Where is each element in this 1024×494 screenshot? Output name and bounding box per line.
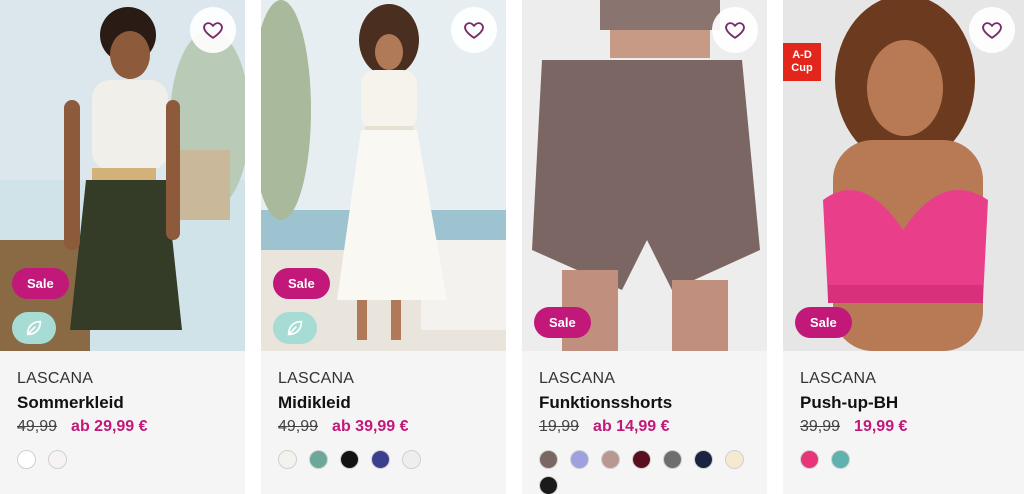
sale-price: ab 39,99 €: [332, 418, 409, 435]
price-row: 39,99 19,99 €: [800, 418, 1024, 440]
sustainability-badge: [12, 312, 56, 344]
old-price: 49,99: [17, 418, 58, 435]
color-swatch[interactable]: [632, 450, 651, 469]
heart-outline-icon: [982, 22, 1002, 39]
product-name[interactable]: Sommerkleid: [17, 393, 245, 413]
color-swatch[interactable]: [694, 450, 713, 469]
favorite-button[interactable]: [451, 7, 497, 53]
product-grid: Sale LASCANA Sommerkleid 49,99 ab 29,99 €: [0, 0, 1024, 494]
price-row: 19,99 ab 14,99 €: [539, 418, 767, 440]
product-card-midikleid[interactable]: Sale LASCANA Midikleid 49,99 ab 39,99 €: [261, 0, 506, 494]
sale-badge: Sale: [534, 307, 591, 338]
color-swatches: [539, 450, 759, 494]
favorite-button[interactable]: [190, 7, 236, 53]
color-swatch[interactable]: [48, 450, 67, 469]
product-info: LASCANA Midikleid 49,99 ab 39,99 €: [261, 351, 506, 469]
recycle-leaf-icon: [287, 320, 303, 336]
color-swatch[interactable]: [309, 450, 328, 469]
sale-badge: Sale: [795, 307, 852, 338]
color-swatch[interactable]: [17, 450, 36, 469]
heart-outline-icon: [203, 22, 223, 39]
recycle-leaf-icon: [26, 320, 42, 336]
sale-price: ab 14,99 €: [593, 418, 670, 435]
favorite-button[interactable]: [969, 7, 1015, 53]
product-brand: LASCANA: [278, 370, 355, 387]
product-name[interactable]: Funktionsshorts: [539, 393, 767, 413]
product-info: LASCANA Push-up-BH 39,99 19,99 €: [783, 351, 1024, 469]
color-swatch[interactable]: [831, 450, 850, 469]
color-swatch[interactable]: [725, 450, 744, 469]
product-image[interactable]: Sale: [522, 0, 767, 351]
product-brand: LASCANA: [17, 370, 94, 387]
product-card-push-up-bh[interactable]: A-D Cup Sale LASCANA Push-up-BH 39,99 19,9…: [783, 0, 1024, 494]
sale-badge: Sale: [12, 268, 69, 299]
color-swatch[interactable]: [570, 450, 589, 469]
product-card-funktionsshorts[interactable]: Sale LASCANA Funktionsshorts 19,99 ab 14,…: [522, 0, 767, 494]
product-image[interactable]: A-D Cup Sale: [783, 0, 1024, 351]
heart-outline-icon: [725, 22, 745, 39]
color-swatches: [800, 450, 1020, 469]
price-row: 49,99 ab 29,99 €: [17, 418, 245, 440]
color-swatch[interactable]: [539, 450, 558, 469]
sustainability-badge: [273, 312, 317, 344]
sale-price: 19,99 €: [854, 418, 908, 435]
color-swatch[interactable]: [278, 450, 297, 469]
color-swatch[interactable]: [371, 450, 390, 469]
product-image[interactable]: Sale: [0, 0, 245, 351]
color-swatch[interactable]: [340, 450, 359, 469]
product-card-sommerkleid[interactable]: Sale LASCANA Sommerkleid 49,99 ab 29,99 €: [0, 0, 245, 494]
color-swatch[interactable]: [539, 476, 558, 494]
cup-size-badge: A-D Cup: [783, 43, 821, 81]
favorite-button[interactable]: [712, 7, 758, 53]
product-info: LASCANA Sommerkleid 49,99 ab 29,99 €: [0, 351, 245, 469]
old-price: 49,99: [278, 418, 319, 435]
color-swatch[interactable]: [663, 450, 682, 469]
heart-outline-icon: [464, 22, 484, 39]
sale-price: ab 29,99 €: [71, 418, 148, 435]
product-name[interactable]: Push-up-BH: [800, 393, 1024, 413]
sale-badge: Sale: [273, 268, 330, 299]
color-swatch[interactable]: [601, 450, 620, 469]
color-swatches: [17, 450, 237, 469]
price-row: 49,99 ab 39,99 €: [278, 418, 506, 440]
color-swatch[interactable]: [800, 450, 819, 469]
product-brand: LASCANA: [800, 370, 877, 387]
color-swatch[interactable]: [402, 450, 421, 469]
product-image[interactable]: Sale: [261, 0, 506, 351]
old-price: 19,99: [539, 418, 580, 435]
product-brand: LASCANA: [539, 370, 616, 387]
color-swatches: [278, 450, 498, 469]
product-info: LASCANA Funktionsshorts 19,99 ab 14,99 €: [522, 351, 767, 494]
product-name[interactable]: Midikleid: [278, 393, 506, 413]
old-price: 39,99: [800, 418, 841, 435]
